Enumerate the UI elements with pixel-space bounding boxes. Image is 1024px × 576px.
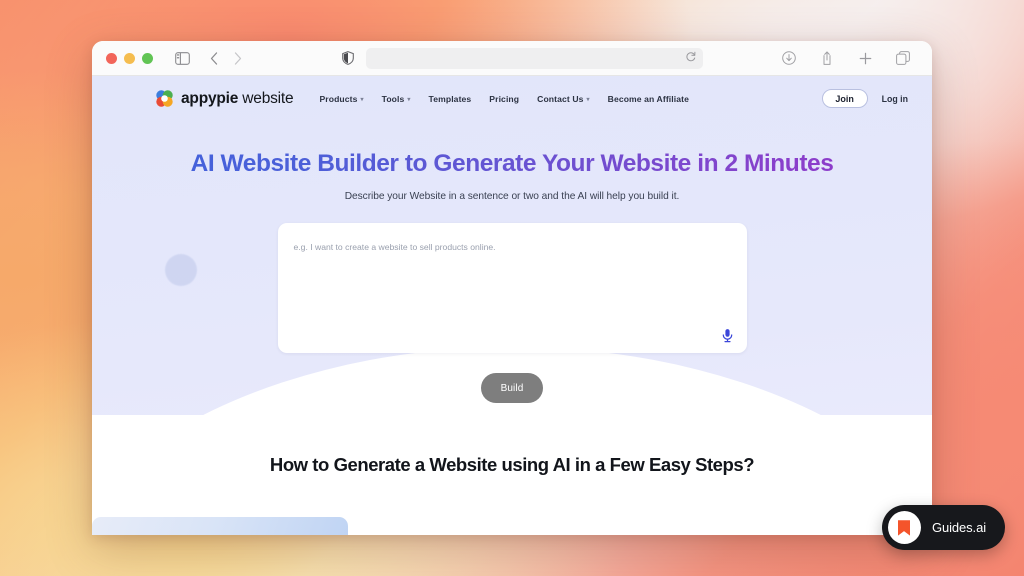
steps-card-placeholder — [92, 517, 348, 535]
site-navigation: appypie website Products ▾ Tools ▾ Templ… — [92, 76, 932, 121]
nav-item-pricing-label: Pricing — [489, 93, 520, 104]
back-button[interactable] — [203, 47, 225, 69]
prompt-placeholder-text: e.g. I want to create a website to sell … — [293, 242, 496, 253]
brand-logo-link[interactable]: appypie website — [155, 89, 294, 108]
brand-name-bold: appypie — [181, 89, 239, 107]
nav-item-templates[interactable]: Templates — [429, 94, 472, 104]
join-button[interactable]: Join — [821, 89, 868, 108]
page-title: AI Website Builder to Generate Your Webs… — [92, 150, 932, 178]
privacy-shield-icon[interactable] — [337, 47, 359, 69]
nav-links: Products ▾ Tools ▾ Templates Pricing Con… — [319, 94, 689, 104]
close-window-button[interactable] — [106, 52, 117, 64]
hero-section: appypie website Products ▾ Tools ▾ Templ… — [92, 76, 932, 415]
build-button[interactable]: Build — [481, 373, 543, 404]
nav-item-become-an-affiliate[interactable]: Become an Affiliate — [608, 94, 689, 104]
nav-item-templates-label: Templates — [428, 93, 472, 104]
hero-subtitle: Describe your Website in a sentence or t… — [344, 191, 680, 203]
browser-window: appypie website Products ▾ Tools ▾ Templ… — [92, 41, 932, 535]
steps-section: How to Generate a Website using AI in a … — [92, 415, 932, 535]
login-link[interactable]: Log in — [882, 94, 908, 104]
minimize-window-button[interactable] — [124, 52, 135, 64]
chevron-down-icon: ▾ — [407, 96, 411, 103]
browser-toolbar — [92, 41, 932, 76]
nav-item-contact-us[interactable]: Contact Us ▾ — [537, 94, 590, 104]
web-page: appypie website Products ▾ Tools ▾ Templ… — [92, 76, 932, 535]
reload-icon[interactable] — [686, 51, 696, 65]
nav-item-become-an-affiliate-label: Become an Affiliate — [607, 93, 689, 104]
guides-ai-label: Guides.ai — [931, 520, 986, 535]
prompt-textarea[interactable]: e.g. I want to create a website to sell … — [277, 223, 747, 354]
brand-name: appypie website — [181, 89, 294, 108]
chevron-down-icon: ▾ — [586, 96, 590, 103]
guides-ai-badge[interactable]: Guides.ai — [881, 505, 1005, 550]
share-icon[interactable] — [816, 47, 838, 69]
nav-item-contact-us-label: Contact Us — [537, 93, 584, 104]
browser-toolbar-actions — [778, 47, 918, 69]
forward-button[interactable] — [227, 47, 249, 69]
hero-content: AI Website Builder to Generate Your Webs… — [92, 150, 932, 404]
appypie-flower-logo-icon — [155, 89, 174, 108]
tab-overview-icon[interactable] — [892, 47, 914, 69]
desktop-wallpaper: appypie website Products ▾ Tools ▾ Templ… — [0, 0, 1024, 576]
microphone-icon[interactable] — [720, 328, 735, 343]
download-icon[interactable] — [778, 47, 800, 69]
sidebar-icon[interactable] — [171, 47, 193, 69]
nav-item-tools[interactable]: Tools ▾ — [382, 94, 411, 104]
brand-name-light: website — [242, 89, 294, 107]
chevron-down-icon: ▾ — [360, 96, 364, 103]
nav-item-products[interactable]: Products ▾ — [319, 94, 363, 104]
new-tab-icon[interactable] — [854, 47, 876, 69]
maximize-window-button[interactable] — [142, 52, 153, 64]
nav-item-products-label: Products — [319, 93, 358, 104]
url-bar[interactable] — [366, 47, 703, 69]
steps-title: How to Generate a Website using AI in a … — [269, 454, 755, 475]
nav-actions: Join Log in — [821, 89, 908, 108]
nav-item-pricing[interactable]: Pricing — [489, 94, 519, 104]
nav-item-tools-label: Tools — [381, 93, 405, 104]
bookmark-icon — [887, 511, 921, 544]
window-traffic-lights — [106, 52, 153, 64]
